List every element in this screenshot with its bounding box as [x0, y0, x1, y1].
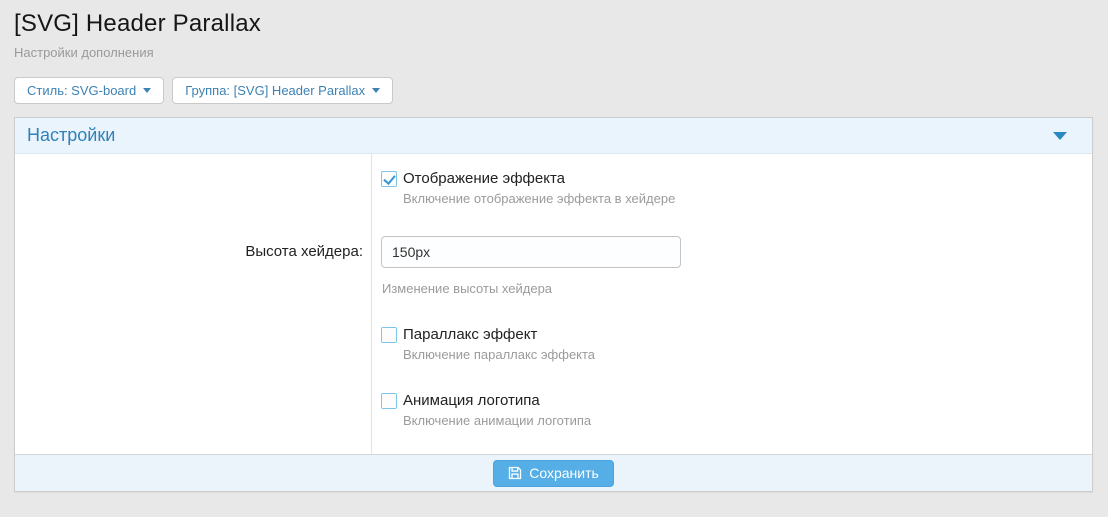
setting-row-parallax-effect: Параллакс эффект Включение параллакс эфф… [15, 326, 1092, 362]
logo-animation-checkbox[interactable] [381, 393, 397, 409]
caret-down-icon [372, 88, 380, 93]
save-button-label: Сохранить [529, 465, 599, 481]
display-effect-checkbox[interactable] [381, 171, 397, 187]
header-height-label: Высота хейдера: [15, 236, 371, 296]
parallax-effect-label[interactable]: Параллакс эффект [403, 326, 537, 343]
field-label-cell [15, 170, 371, 206]
page-title: [SVG] Header Parallax [14, 10, 1093, 38]
header-height-description: Изменение высоты хейдера [382, 281, 1072, 296]
display-effect-description: Включение отображение эффекта в хейдере [403, 191, 1072, 206]
parallax-effect-description: Включение параллакс эффекта [403, 347, 1072, 362]
chevron-down-icon[interactable] [1053, 132, 1067, 140]
style-dropdown-label: Стиль: SVG-board [27, 83, 136, 98]
column-divider [371, 154, 372, 454]
logo-animation-description: Включение анимации логотипа [403, 413, 1072, 428]
page-subtitle: Настройки дополнения [14, 45, 1093, 60]
setting-row-display-effect: Отображение эффекта Включение отображени… [15, 170, 1092, 206]
page: [SVG] Header Parallax Настройки дополнен… [0, 0, 1108, 492]
field-label-cell [15, 392, 371, 428]
group-dropdown-label: Группа: [SVG] Header Parallax [185, 83, 365, 98]
setting-row-logo-animation: Анимация логотипа Включение анимации лог… [15, 392, 1092, 428]
display-effect-label[interactable]: Отображение эффекта [403, 170, 565, 187]
header-height-input[interactable] [381, 236, 681, 268]
field-label-cell [15, 326, 371, 362]
save-icon [508, 466, 522, 480]
filter-toolbar: Стиль: SVG-board Группа: [SVG] Header Pa… [14, 77, 1093, 104]
save-button[interactable]: Сохранить [493, 460, 614, 487]
settings-panel-header[interactable]: Настройки [15, 118, 1092, 154]
style-dropdown-button[interactable]: Стиль: SVG-board [14, 77, 164, 104]
parallax-effect-checkbox[interactable] [381, 327, 397, 343]
settings-panel: Настройки Отображение эффекта Включение … [14, 117, 1093, 492]
settings-panel-title: Настройки [27, 125, 115, 146]
caret-down-icon [143, 88, 151, 93]
settings-panel-body: Отображение эффекта Включение отображени… [15, 154, 1092, 454]
settings-panel-footer: Сохранить [15, 454, 1092, 491]
group-dropdown-button[interactable]: Группа: [SVG] Header Parallax [172, 77, 393, 104]
setting-row-header-height: Высота хейдера: Изменение высоты хейдера [15, 236, 1092, 296]
logo-animation-label[interactable]: Анимация логотипа [403, 392, 540, 409]
